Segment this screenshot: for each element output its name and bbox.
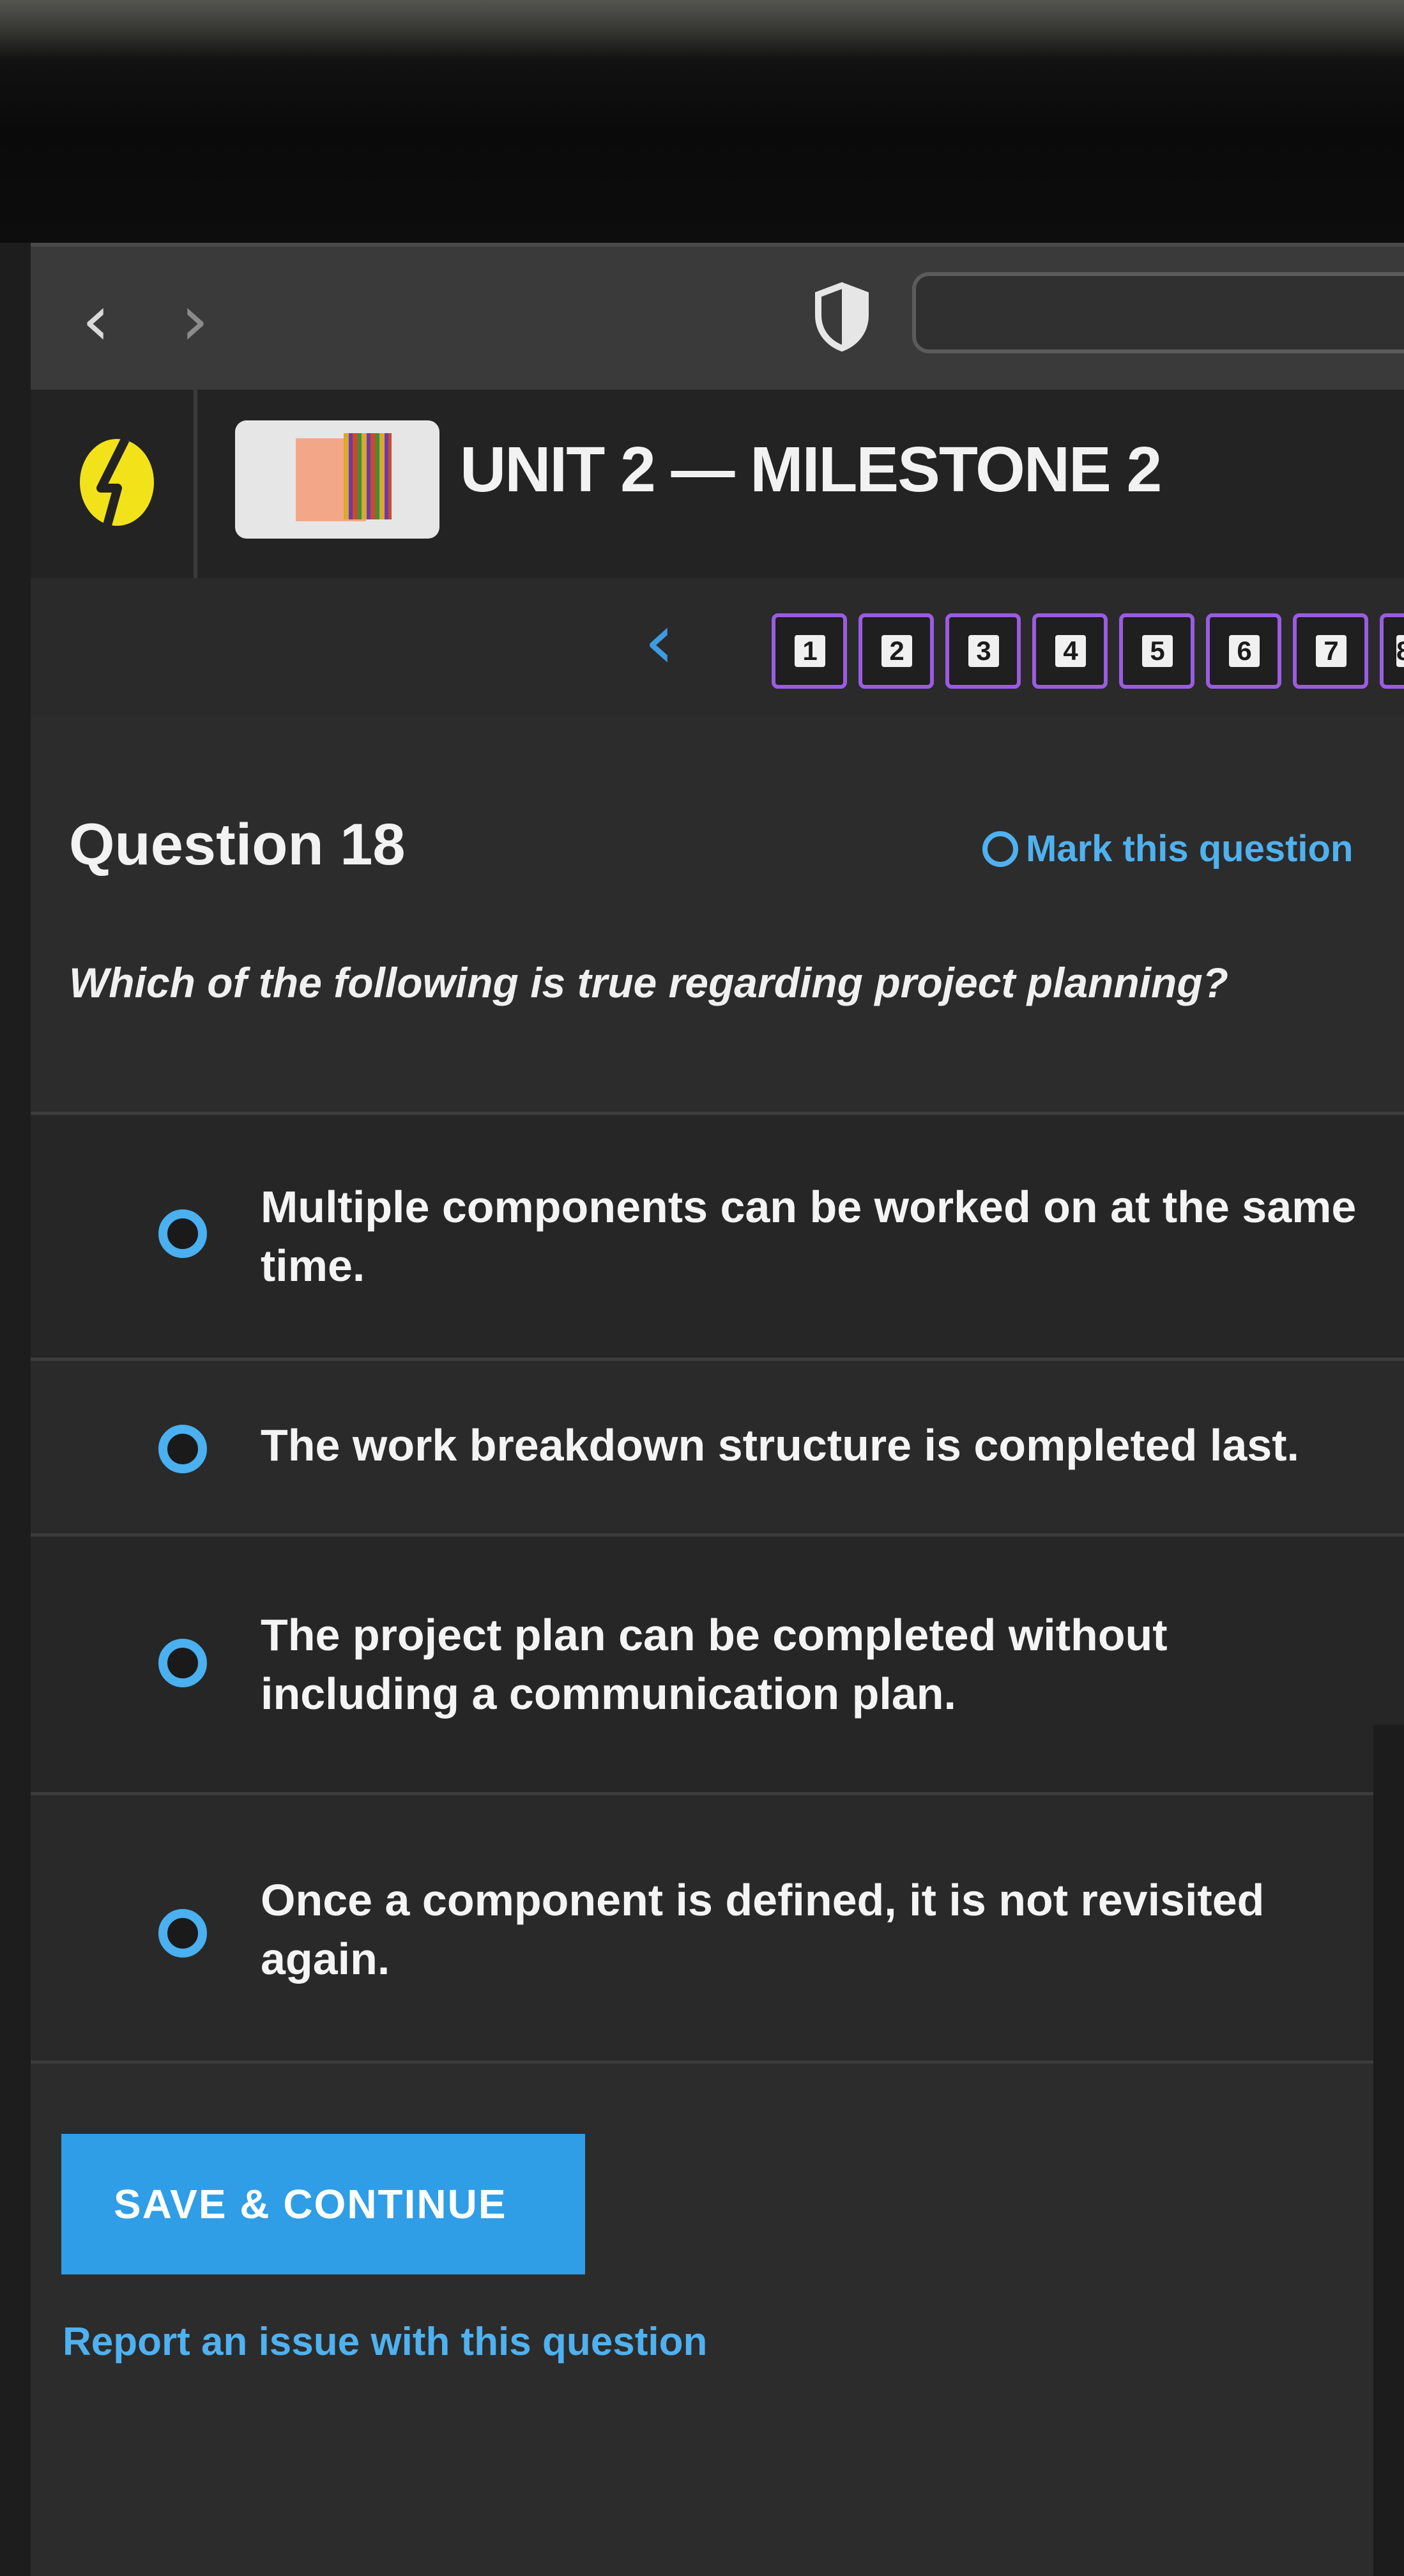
unit-title: UNIT 2 — MILESTONE 2 [460, 434, 1162, 505]
browser-toolbar: ‹ › [31, 243, 1404, 394]
radio-icon[interactable] [158, 1425, 207, 1473]
answer-text-3[interactable]: The project plan can be completed withou… [261, 1606, 1372, 1723]
previous-question-icon[interactable]: ‹ [644, 604, 675, 680]
bolt-logo-icon[interactable] [75, 434, 158, 530]
answer-option-1[interactable]: Multiple components can be worked on at … [31, 1112, 1404, 1361]
app-header: UNIT 2 — MILESTONE 2 [31, 390, 1404, 582]
question-nav-6[interactable]: 6 [1206, 613, 1281, 689]
question-navigation: ‹ 1 2 3 4 5 6 7 8 [31, 578, 1404, 719]
screen-right-edge [1373, 1725, 1404, 2576]
question-prompt: Which of the following is true regarding… [69, 959, 1228, 1006]
screen-left-edge [0, 243, 31, 2576]
question-title: Question 18 [69, 812, 406, 877]
answer-option-2[interactable]: The work breakdown structure is complete… [31, 1358, 1404, 1537]
save-and-continue-button[interactable]: SAVE & CONTINUE [61, 2134, 585, 2274]
question-nav-8[interactable]: 8 [1380, 613, 1404, 689]
question-nav-1[interactable]: 1 [772, 613, 847, 689]
answer-text-4[interactable]: Once a component is defined, it is not r… [261, 1871, 1372, 1988]
address-bar[interactable] [912, 272, 1404, 353]
report-issue-link[interactable]: Report an issue with this question [63, 2319, 707, 2365]
question-nav-2[interactable]: 2 [858, 613, 934, 689]
radio-icon[interactable] [158, 1639, 207, 1687]
course-thumbnail [235, 420, 439, 539]
answer-text-1[interactable]: Multiple components can be worked on at … [261, 1177, 1372, 1295]
answer-text-2[interactable]: The work breakdown structure is complete… [261, 1416, 1372, 1475]
shield-icon[interactable] [813, 282, 871, 352]
mark-question-label[interactable]: Mark this question [1026, 827, 1353, 870]
logo-cell [31, 390, 197, 578]
question-nav-3[interactable]: 3 [945, 613, 1021, 689]
mark-radio-icon[interactable] [982, 831, 1018, 867]
screen-bezel [0, 0, 1404, 243]
question-panel: Question 18 Mark this question Which of … [31, 716, 1404, 2576]
radio-icon[interactable] [158, 1209, 207, 1258]
question-nav-7[interactable]: 7 [1293, 613, 1368, 689]
question-nav-5[interactable]: 5 [1119, 613, 1194, 689]
answer-option-4[interactable]: Once a component is defined, it is not r… [31, 1792, 1404, 2064]
question-nav-4[interactable]: 4 [1032, 613, 1108, 689]
forward-arrow-icon[interactable]: › [181, 285, 209, 355]
answer-option-3[interactable]: The project plan can be completed withou… [31, 1533, 1404, 1795]
back-arrow-icon[interactable]: ‹ [82, 285, 110, 355]
mark-question-toggle[interactable]: Mark this question [982, 827, 1353, 870]
radio-icon[interactable] [158, 1909, 207, 1958]
answer-list: Multiple components can be worked on at … [31, 1112, 1404, 2064]
